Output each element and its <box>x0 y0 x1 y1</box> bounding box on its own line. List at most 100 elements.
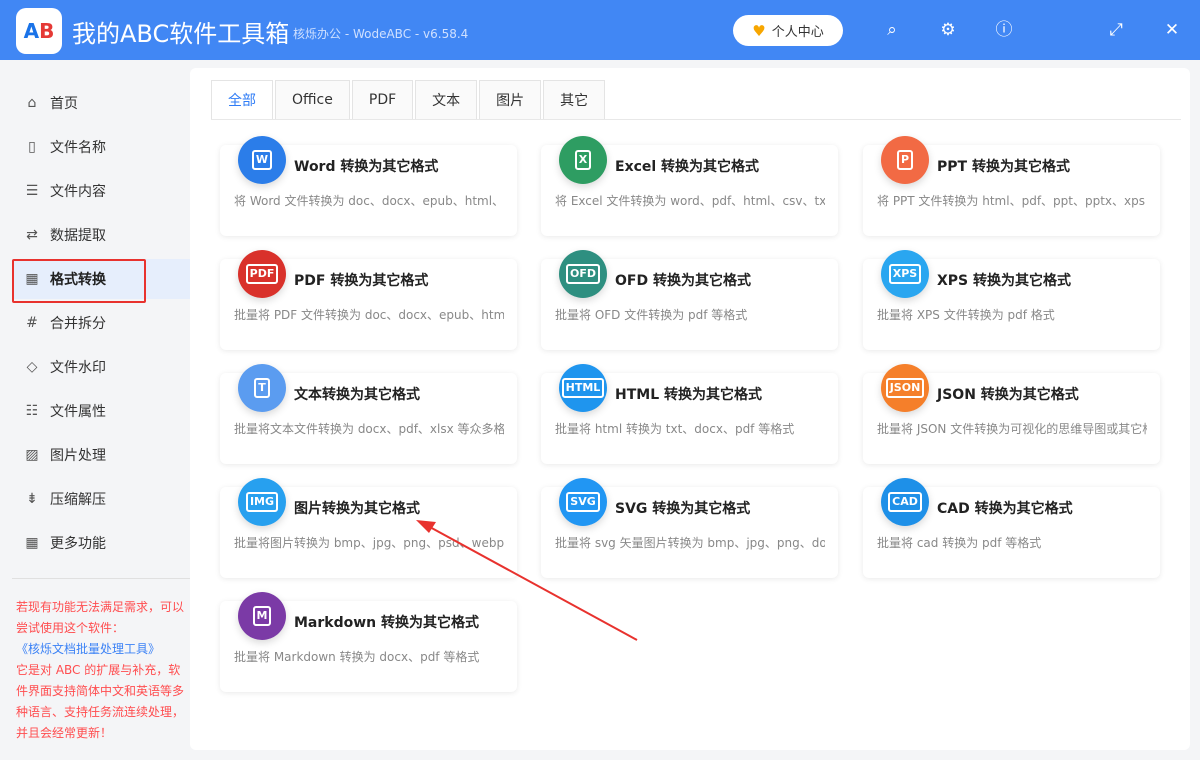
sidebar-item-label: 数据提取 <box>50 228 106 244</box>
sidebar-item-9[interactable]: ⇟ 压缩解压 <box>12 479 190 519</box>
format-icon: HTML <box>559 364 607 412</box>
sidebar-item-6[interactable]: ◇ 文件水印 <box>12 347 190 387</box>
file-name-icon: ▯ <box>28 139 36 155</box>
sidebar-item-label: 压缩解压 <box>50 492 106 508</box>
card-title: Word 转换为其它格式 <box>294 159 439 175</box>
converter-card[interactable]: OFD OFD 转换为其它格式 批量将 OFD 文件转换为 pdf 等格式 <box>541 250 838 350</box>
converter-card[interactable]: CAD CAD 转换为其它格式 批量将 cad 转换为 pdf 等格式 <box>863 478 1160 578</box>
format-icon: PDF <box>238 250 286 298</box>
card-description: 将 Excel 文件转换为 word、pdf、html、csv、txt、s <box>555 194 825 208</box>
sidebar-item-label: 文件内容 <box>50 184 106 200</box>
user-center-button[interactable]: ♥ 个人中心 <box>733 15 843 46</box>
sidebar-item-label: 格式转换 <box>50 272 106 288</box>
tab-5[interactable]: 其它 <box>543 80 606 119</box>
user-center-label: 个人中心 <box>771 25 824 40</box>
card-description: 批量将 OFD 文件转换为 pdf 等格式 <box>555 308 748 322</box>
main-panel: 全部 Office PDF 文本 图片 其它 W Word 转换为其它格式 将 Word … <box>190 68 1190 750</box>
converter-card[interactable]: X Excel 转换为其它格式 将 Excel 文件转换为 word、pdf、h… <box>541 136 838 236</box>
sidebar-item-label: 更多功能 <box>50 536 106 552</box>
card-title: JSON 转换为其它格式 <box>937 387 1079 403</box>
tab-4[interactable]: 图片 <box>479 80 542 119</box>
format-icon: CAD <box>881 478 929 526</box>
help-icon[interactable]: ⓘ <box>992 18 1016 42</box>
converter-card[interactable]: JSON JSON 转换为其它格式 批量将 JSON 文件转换为可视化的思维导图… <box>863 364 1160 464</box>
app-title: 我的ABC软件工具箱 <box>72 20 290 48</box>
converter-card[interactable]: XPS XPS 转换为其它格式 批量将 XPS 文件转换为 pdf 格式 <box>863 250 1160 350</box>
converter-card[interactable]: T 文本转换为其它格式 批量将文本文件转换为 docx、pdf、xlsx 等众多… <box>220 364 517 464</box>
format-icon: OFD <box>559 250 607 298</box>
app-subtitle: 核烁办公 - WodeABC - v6.58.4 <box>293 27 469 41</box>
converter-card[interactable]: M Markdown 转换为其它格式 批量将 Markdown 转换为 docx… <box>220 592 517 692</box>
sidebar-item-label: 文件属性 <box>50 404 106 420</box>
card-description: 批量将 JSON 文件转换为可视化的思维导图或其它格 <box>877 422 1147 436</box>
sidebar-divider <box>12 578 190 579</box>
data-extract-icon: ⇄ <box>26 227 38 243</box>
card-title: 文本转换为其它格式 <box>294 387 420 403</box>
card-description: 批量将文本文件转换为 docx、pdf、xlsx 等众多格式 <box>234 422 504 436</box>
tab-2[interactable]: PDF <box>351 80 414 119</box>
sidebar-item-1[interactable]: ▯ 文件名称 <box>12 127 190 167</box>
card-title: HTML 转换为其它格式 <box>615 387 762 403</box>
format-icon: IMG <box>238 478 286 526</box>
sidebar-item-7[interactable]: ☷ 文件属性 <box>12 391 190 431</box>
format-icon: X <box>559 136 607 184</box>
sidebar-item-2[interactable]: ☰ 文件内容 <box>12 171 190 211</box>
card-title: XPS 转换为其它格式 <box>937 273 1072 289</box>
converter-card[interactable]: PDF PDF 转换为其它格式 批量将 PDF 文件转换为 doc、docx、e… <box>220 250 517 350</box>
tab-0[interactable]: 全部 <box>211 80 273 119</box>
app-logo: AB <box>16 8 62 54</box>
gear-icon[interactable]: ⚙ <box>936 18 960 42</box>
format-icon: W <box>238 136 286 184</box>
sidebar-item-4[interactable]: ▦ 格式转换 <box>12 259 190 303</box>
tab-divider <box>211 119 1181 120</box>
tab-1[interactable]: Office <box>275 80 350 119</box>
promo-text: 若现有功能无法满足需求，可以尝试使用这个软件： 《核烁文档批量处理工具》 它是对… <box>16 597 188 744</box>
sidebar-item-5[interactable]: # 合并拆分 <box>12 303 190 343</box>
format-icon: XPS <box>881 250 929 298</box>
tab-3[interactable]: 文本 <box>415 80 478 119</box>
close-icon[interactable]: ✕ <box>1160 18 1184 42</box>
converter-card[interactable]: P PPT 转换为其它格式 将 PPT 文件转换为 html、pdf、ppt、p… <box>863 136 1160 236</box>
sidebar-item-8[interactable]: ▨ 图片处理 <box>12 435 190 475</box>
vip-heart-icon: ♥ <box>752 21 766 40</box>
sidebar-item-0[interactable]: ⌂ 首页 <box>12 83 190 123</box>
sidebar-item-3[interactable]: ⇄ 数据提取 <box>12 215 190 255</box>
home-icon: ⌂ <box>27 95 37 111</box>
format-icon: T <box>238 364 286 412</box>
format-convert-icon: ▦ <box>25 271 39 287</box>
converter-card[interactable]: IMG 图片转换为其它格式 批量将图片转换为 bmp、jpg、png、psd、w… <box>220 478 517 578</box>
merge-split-icon: # <box>26 315 38 331</box>
maximize-icon[interactable]: ⤢ <box>1104 18 1128 42</box>
promo-line1: 若现有功能无法满足需求，可以尝试使用这个软件： <box>16 600 185 635</box>
sidebar-item-label: 合并拆分 <box>50 316 106 332</box>
title-bar: AB 我的ABC软件工具箱 核烁办公 - WodeABC - v6.58.4 ♥… <box>0 0 1200 60</box>
converter-card[interactable]: W Word 转换为其它格式 将 Word 文件转换为 doc、docx、epu… <box>220 136 517 236</box>
card-description: 批量将 svg 矢量图片转换为 bmp、jpg、png、docx <box>555 536 825 550</box>
sidebar-item-10[interactable]: ▦ 更多功能 <box>12 523 190 563</box>
image-icon: ▨ <box>25 447 39 463</box>
card-title: Markdown 转换为其它格式 <box>294 615 480 631</box>
sidebar-item-label: 文件名称 <box>50 140 106 156</box>
file-content-icon: ☰ <box>25 183 39 199</box>
sidebar: 若现有功能无法满足需求，可以尝试使用这个软件： 《核烁文档批量处理工具》 它是对… <box>0 60 190 760</box>
converter-card[interactable]: SVG SVG 转换为其它格式 批量将 svg 矢量图片转换为 bmp、jpg、… <box>541 478 838 578</box>
promo-link[interactable]: 《核烁文档批量处理工具》 <box>16 639 188 660</box>
card-title: CAD 转换为其它格式 <box>937 501 1073 517</box>
card-description: 批量将 PDF 文件转换为 doc、docx、epub、html、 <box>234 308 504 322</box>
card-title: SVG 转换为其它格式 <box>615 501 751 517</box>
converter-card[interactable]: HTML HTML 转换为其它格式 批量将 html 转换为 txt、docx、… <box>541 364 838 464</box>
file-properties-icon: ☷ <box>25 403 39 419</box>
card-title: PPT 转换为其它格式 <box>937 159 1070 175</box>
promo-line2: 它是对 ABC 的扩展与补充，软件界面支持简体中文和英语等多种语言、支持任务流连… <box>16 663 185 740</box>
card-title: 图片转换为其它格式 <box>294 501 420 517</box>
search-icon[interactable]: ⌕ <box>880 18 904 42</box>
sidebar-item-label: 文件水印 <box>50 360 106 376</box>
card-title: Excel 转换为其它格式 <box>615 159 760 175</box>
more-icon: ▦ <box>25 535 39 551</box>
card-description: 批量将 Markdown 转换为 docx、pdf 等格式 <box>234 650 480 664</box>
card-description: 批量将 cad 转换为 pdf 等格式 <box>877 536 1042 550</box>
card-description: 批量将 html 转换为 txt、docx、pdf 等格式 <box>555 422 795 436</box>
card-description: 将 Word 文件转换为 doc、docx、epub、html、pdf <box>234 194 504 208</box>
compress-icon: ⇟ <box>26 491 38 507</box>
watermark-icon: ◇ <box>26 359 38 375</box>
